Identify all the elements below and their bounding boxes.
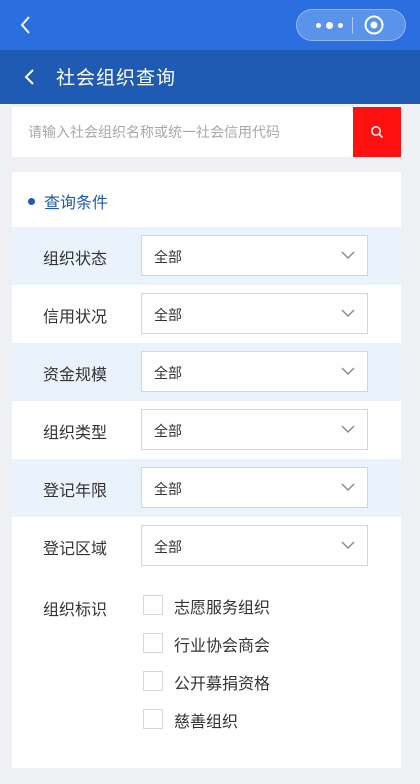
- filter-label: 资金规模: [43, 365, 108, 384]
- credit-select[interactable]: 全部: [141, 293, 368, 334]
- section-title: 查询条件: [44, 193, 109, 212]
- capsule-menu: [296, 9, 406, 41]
- close-miniprogram-icon[interactable]: [363, 14, 385, 36]
- filter-row-status: 组织状态 全部: [12, 227, 401, 285]
- more-options-icon[interactable]: [307, 10, 351, 40]
- filter-card: 查询条件 组织状态 全部 信用状况 全部 资金规模 全部 组织类型 全部 登记年…: [12, 172, 401, 768]
- filter-label: 信用状况: [43, 307, 108, 326]
- checkbox-label[interactable]: 行业协会商会: [174, 632, 270, 656]
- filter-label: 组织类型: [43, 423, 108, 442]
- checkbox-label[interactable]: 志愿服务组织: [174, 594, 270, 618]
- search-input[interactable]: 请输入社会组织名称或统一社会信用代码: [28, 122, 280, 142]
- filter-row-reg-region: 登记区域 全部: [12, 517, 401, 575]
- checkbox-label[interactable]: 慈善组织: [174, 708, 238, 732]
- filter-row-reg-years: 登记年限 全部: [12, 459, 401, 517]
- header-back-icon[interactable]: [20, 66, 40, 88]
- page-title: 社会组织查询: [56, 67, 177, 89]
- filter-label: 组织状态: [43, 249, 108, 268]
- select-value: 全部: [154, 482, 182, 498]
- checkbox-charity[interactable]: [143, 709, 163, 729]
- org-type-select[interactable]: 全部: [141, 409, 368, 450]
- fund-scale-select[interactable]: 全部: [141, 351, 368, 392]
- search-icon: [371, 126, 384, 139]
- checkbox-public-fundraising[interactable]: [143, 671, 163, 691]
- org-flag-label: 组织标识: [43, 600, 108, 619]
- status-select[interactable]: 全部: [141, 235, 368, 276]
- search-bar: 请输入社会组织名称或统一社会信用代码: [12, 107, 401, 157]
- filter-row-credit: 信用状况 全部: [12, 285, 401, 343]
- checkbox-volunteer[interactable]: [143, 595, 163, 615]
- chevron-down-icon: [341, 483, 355, 491]
- chevron-down-icon: [341, 425, 355, 433]
- chevron-down-icon: [341, 251, 355, 259]
- checkbox-industry-association[interactable]: [143, 633, 163, 653]
- search-button[interactable]: [353, 107, 401, 157]
- select-value: 全部: [154, 366, 182, 382]
- filter-label: 登记年限: [43, 481, 108, 500]
- chevron-down-icon: [341, 309, 355, 317]
- chevron-down-icon: [341, 541, 355, 549]
- mini-program-topbar: [0, 0, 420, 50]
- page-header: 社会组织查询: [0, 50, 420, 104]
- reg-region-select[interactable]: 全部: [141, 525, 368, 566]
- select-value: 全部: [154, 424, 182, 440]
- section-bullet: [28, 198, 35, 205]
- filter-row-org-type: 组织类型 全部: [12, 401, 401, 459]
- chevron-down-icon: [341, 367, 355, 375]
- filter-row-fund-scale: 资金规模 全部: [12, 343, 401, 401]
- reg-years-select[interactable]: 全部: [141, 467, 368, 508]
- select-value: 全部: [154, 308, 182, 324]
- select-value: 全部: [154, 250, 182, 266]
- capsule-divider: [352, 17, 353, 34]
- filter-label: 登记区域: [43, 539, 108, 558]
- checkbox-label[interactable]: 公开募捐资格: [174, 670, 270, 694]
- select-value: 全部: [154, 540, 182, 556]
- back-arrow-icon[interactable]: [16, 14, 38, 36]
